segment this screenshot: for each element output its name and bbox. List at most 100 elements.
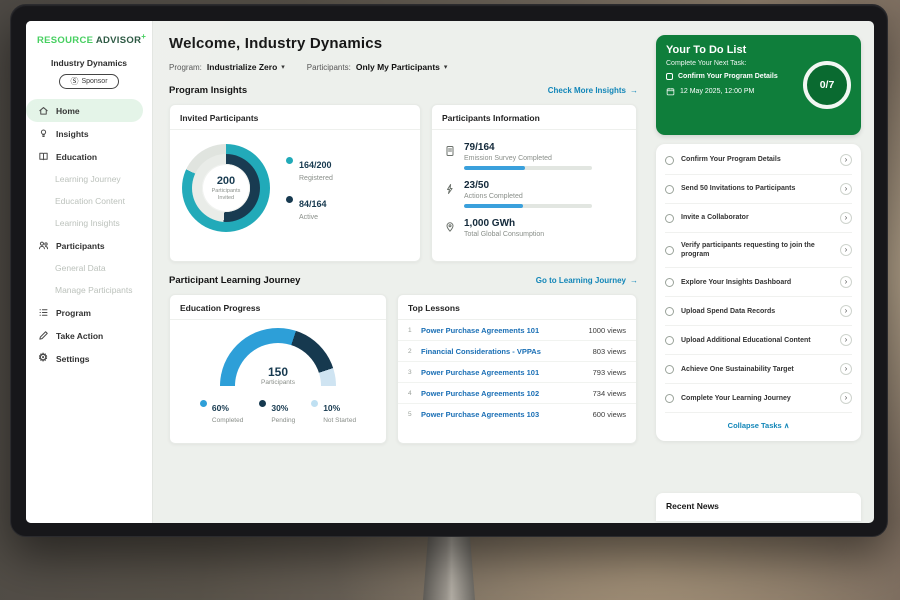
checkbox-icon[interactable]	[666, 73, 673, 80]
chevron-right-icon[interactable]: ›	[840, 305, 852, 317]
sidebar-item-insights[interactable]: Insights	[26, 122, 152, 145]
check-more-insights-link[interactable]: Check More Insights →	[548, 86, 638, 95]
donut-center-label: Participants Invited	[206, 188, 246, 201]
lesson-link[interactable]: Power Purchase Agreements 101	[421, 368, 586, 377]
sidebar-item-label: Learning Journey	[55, 174, 121, 184]
invited-participants-donut-chart: 200 Participants Invited	[182, 144, 270, 232]
logo-secondary: ADVISOR	[96, 35, 141, 46]
home-icon	[37, 105, 49, 117]
task-label: Upload Spend Data Records	[681, 307, 833, 316]
stat-label: Emission Survey Completed	[464, 155, 592, 162]
sidebar-item-home[interactable]: Home	[26, 99, 143, 122]
main-content: Welcome, Industry Dynamics Program: Indu…	[153, 21, 648, 523]
task-checkbox[interactable]	[665, 394, 674, 403]
lesson-rank: 3	[408, 369, 414, 376]
collapse-tasks-button[interactable]: Collapse Tasks ∧	[665, 413, 852, 439]
task-checkbox[interactable]	[665, 307, 674, 316]
sidebar-item-learning-journey[interactable]: Learning Journey	[26, 168, 152, 190]
program-filter-value: Industrialize Zero	[207, 62, 277, 72]
lesson-link[interactable]: Financial Considerations - VPPAs	[421, 347, 586, 356]
task-checkbox[interactable]	[665, 185, 674, 194]
lesson-rank: 1	[408, 327, 414, 334]
legend-label: Not Started	[323, 417, 356, 424]
sidebar-item-label: Education Content	[55, 196, 125, 206]
sidebar-item-education[interactable]: Education	[26, 145, 152, 168]
gauge-center-value: 150	[220, 365, 336, 379]
sidebar-item-general-data[interactable]: General Data	[26, 257, 152, 279]
program-filter[interactable]: Program: Industrialize Zero ▾	[169, 62, 285, 72]
lesson-link[interactable]: Power Purchase Agreements 101	[421, 326, 581, 335]
todo-title: Your To Do List	[666, 44, 851, 56]
legend-label: Registered	[299, 175, 333, 182]
link-label: Go to Learning Journey	[536, 276, 626, 285]
task-row-invite-collaborator[interactable]: Invite a Collaborator ›	[665, 204, 852, 233]
survey-icon	[444, 144, 456, 156]
lesson-link[interactable]: Power Purchase Agreements 102	[421, 389, 586, 398]
chevron-right-icon[interactable]: ›	[840, 244, 852, 256]
chevron-right-icon[interactable]: ›	[840, 363, 852, 375]
sidebar-item-education-content[interactable]: Education Content	[26, 190, 152, 212]
sidebar-item-program[interactable]: Program	[26, 301, 152, 324]
task-row-confirm-program[interactable]: Confirm Your Program Details ›	[665, 146, 852, 175]
stat-actions-completed: 23/50 Actions Completed	[444, 175, 624, 213]
chevron-right-icon[interactable]: ›	[840, 212, 852, 224]
task-row-upload-spend-data[interactable]: Upload Spend Data Records ›	[665, 297, 852, 326]
sidebar: RESOURCE ADVISOR+ Industry Dynamics Ⓢ Sp…	[26, 21, 153, 523]
chevron-right-icon[interactable]: ›	[840, 276, 852, 288]
sidebar-item-participants[interactable]: Participants	[26, 234, 152, 257]
task-row-achieve-target[interactable]: Achieve One Sustainability Target ›	[665, 355, 852, 384]
task-checkbox[interactable]	[665, 278, 674, 287]
insights-icon	[37, 128, 49, 140]
task-label: Upload Additional Educational Content	[681, 336, 833, 345]
program-insights-section-header: Program Insights Check More Insights →	[169, 85, 638, 96]
legend-label: Active	[299, 214, 327, 221]
todo-next-task-label: Confirm Your Program Details	[678, 73, 778, 80]
task-checkbox[interactable]	[665, 365, 674, 374]
stat-value: 1,000 GWh	[464, 218, 544, 229]
task-checkbox[interactable]	[665, 246, 674, 255]
recent-news-header: Recent News	[656, 493, 861, 521]
legend-item-not-started: 10% Not Started	[311, 398, 356, 424]
task-row-send-invitations[interactable]: Send 50 Invitations to Participants ›	[665, 175, 852, 204]
task-checkbox[interactable]	[665, 214, 674, 223]
legend-label: Pending	[271, 417, 295, 424]
chevron-right-icon[interactable]: ›	[840, 392, 852, 404]
participants-filter[interactable]: Participants: Only My Participants ▾	[307, 62, 448, 72]
sidebar-item-label: Settings	[56, 354, 90, 364]
section-title: Participant Learning Journey	[169, 275, 300, 286]
donut-legend: 164/200 Registered 84/164 Active	[286, 155, 333, 221]
task-row-complete-learning-journey[interactable]: Complete Your Learning Journey ›	[665, 384, 852, 413]
task-row-verify-participants[interactable]: Verify participants requesting to join t…	[665, 233, 852, 268]
chevron-right-icon[interactable]: ›	[840, 334, 852, 346]
learning-journey-cards: Education Progress 150 Participants	[169, 294, 638, 444]
chevron-right-icon[interactable]: ›	[840, 154, 852, 166]
participants-filter-value: Only My Participants	[356, 62, 440, 72]
legend-label: Completed	[212, 417, 243, 424]
lesson-rank: 2	[408, 348, 414, 355]
lesson-views: 793 views	[593, 368, 626, 377]
task-row-explore-insights[interactable]: Explore Your Insights Dashboard ›	[665, 268, 852, 297]
arrow-right-icon: →	[630, 276, 638, 285]
sidebar-item-manage-participants[interactable]: Manage Participants	[26, 279, 152, 301]
todo-header-card: Your To Do List Complete Your Next Task:…	[656, 35, 861, 135]
collapse-label: Collapse Tasks	[728, 421, 782, 430]
donut-center: 200 Participants Invited	[182, 144, 270, 232]
page-title: Welcome, Industry Dynamics	[169, 35, 638, 52]
program-insights-cards: Invited Participants 200 Participants In…	[169, 104, 638, 262]
chevron-right-icon[interactable]: ›	[840, 183, 852, 195]
chevron-down-icon: ▾	[444, 63, 448, 71]
go-to-learning-journey-link[interactable]: Go to Learning Journey →	[536, 276, 638, 285]
sidebar-item-take-action[interactable]: Take Action	[26, 324, 152, 347]
gauge-center: 150 Participants	[220, 365, 336, 386]
sidebar-item-learning-insights[interactable]: Learning Insights	[26, 212, 152, 234]
monitor-bezel: RESOURCE ADVISOR+ Industry Dynamics Ⓢ Sp…	[10, 4, 888, 537]
sponsor-badge: Ⓢ Sponsor	[59, 74, 119, 89]
sidebar-item-settings[interactable]: ⚙ Settings	[26, 347, 152, 370]
lesson-link[interactable]: Power Purchase Agreements 103	[421, 410, 586, 419]
task-checkbox[interactable]	[665, 156, 674, 165]
task-row-upload-educational-content[interactable]: Upload Additional Educational Content ›	[665, 326, 852, 355]
task-checkbox[interactable]	[665, 336, 674, 345]
legend-value: 164/200	[299, 160, 332, 170]
task-label: Verify participants requesting to join t…	[681, 241, 833, 259]
lesson-row: 4 Power Purchase Agreements 102 734 view…	[398, 383, 636, 404]
